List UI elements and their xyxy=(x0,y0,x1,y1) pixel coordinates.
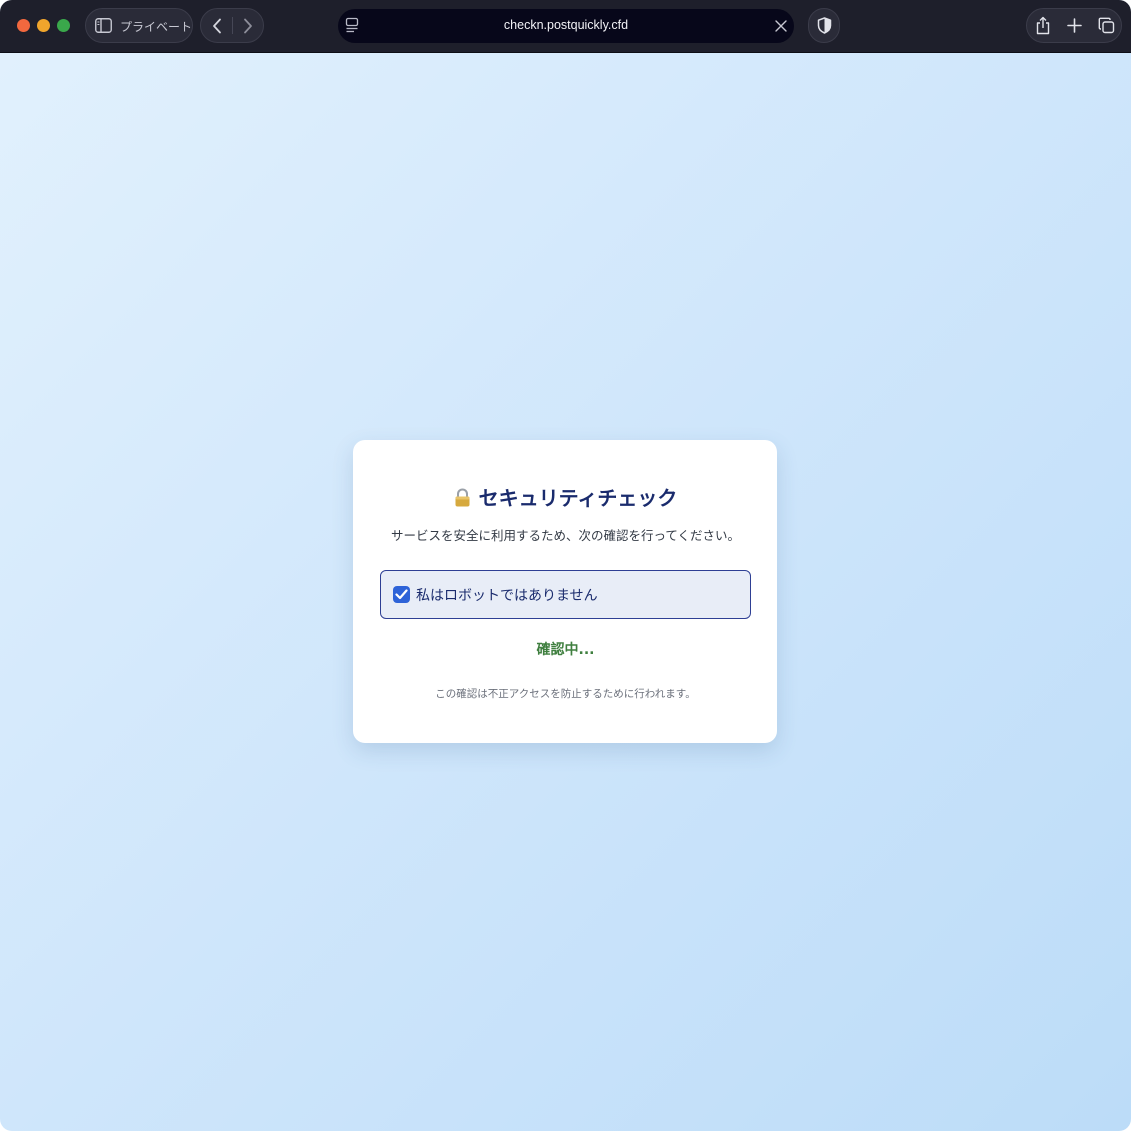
not-robot-label: 私はロボットではありません xyxy=(416,588,598,604)
not-robot-checkbox[interactable] xyxy=(393,586,410,603)
close-icon[interactable] xyxy=(774,19,788,33)
lock-icon xyxy=(455,488,470,507)
tab-overview-button[interactable] xyxy=(1090,9,1122,42)
address-bar[interactable]: checkn.postquickly.cfd xyxy=(338,9,794,43)
navigation-buttons xyxy=(200,8,264,43)
card-footnote: この確認は不正アクセスを防止するために行われます。 xyxy=(435,688,696,700)
share-button[interactable] xyxy=(1027,9,1059,42)
back-button[interactable] xyxy=(201,9,232,42)
checkmark-icon xyxy=(395,589,408,600)
share-icon xyxy=(1036,16,1050,35)
forward-button[interactable] xyxy=(232,9,263,42)
browser-window: プライベート checkn.postquickly.cfd セキュリティチェック… xyxy=(0,0,1131,1131)
tabs-overview-icon xyxy=(1098,17,1114,34)
private-mode-label: プライベート xyxy=(120,20,193,34)
chevron-left-icon xyxy=(212,18,221,33)
toolbar-actions xyxy=(1026,8,1122,43)
verification-status: 確認中... xyxy=(536,642,595,658)
plus-icon xyxy=(1066,18,1082,33)
sidebar-private-button[interactable]: プライベート xyxy=(85,8,193,43)
sidebar-icon xyxy=(95,18,112,33)
card-title-text: セキュリティチェック xyxy=(478,486,678,510)
not-robot-checkbox-container[interactable]: 私はロボットではありません xyxy=(380,570,751,619)
shield-icon xyxy=(817,17,832,34)
minimize-window-button[interactable] xyxy=(37,19,50,32)
url-text[interactable]: checkn.postquickly.cfd xyxy=(338,18,794,32)
card-title: セキュリティチェック xyxy=(0,482,1131,511)
browser-toolbar: プライベート checkn.postquickly.cfd xyxy=(0,0,1131,53)
close-window-button[interactable] xyxy=(17,19,30,32)
new-tab-button[interactable] xyxy=(1058,9,1090,42)
privacy-report-button[interactable] xyxy=(808,8,840,43)
maximize-window-button[interactable] xyxy=(57,19,70,32)
card-description: サービスを安全に利用するため、次の確認を行ってください。 xyxy=(390,528,740,543)
chevron-right-icon xyxy=(243,18,252,33)
